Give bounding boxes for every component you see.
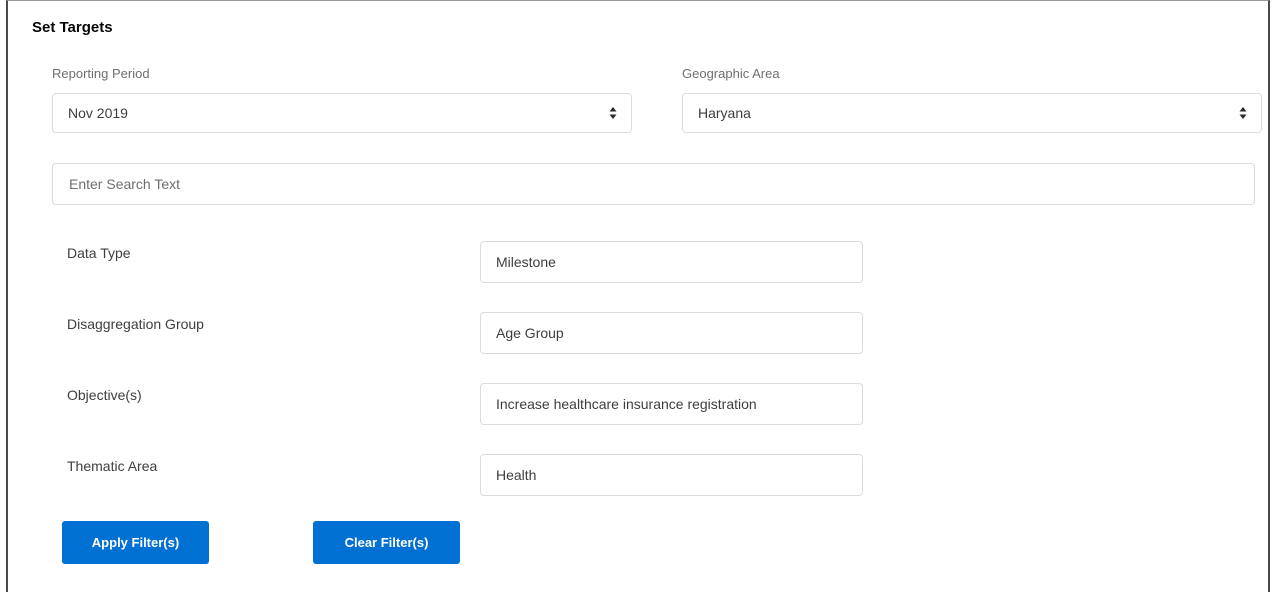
reporting-period-select[interactable]: Nov 2019 (52, 93, 632, 133)
apply-filters-button[interactable]: Apply Filter(s) (62, 521, 209, 564)
page-title: Set Targets (32, 19, 113, 36)
disaggregation-group-label: Disaggregation Group (67, 316, 204, 332)
reporting-period-value: Nov 2019 (68, 105, 128, 121)
select-arrows-icon (609, 107, 617, 119)
thematic-area-field[interactable]: Health (480, 454, 863, 496)
reporting-period-label: Reporting Period (52, 66, 150, 81)
set-targets-panel: Set Targets Reporting Period Nov 2019 Ge… (6, 0, 1270, 592)
thematic-area-label: Thematic Area (67, 458, 158, 474)
data-type-label: Data Type (67, 245, 131, 261)
select-arrows-icon (1239, 107, 1247, 119)
disaggregation-group-field[interactable]: Age Group (480, 312, 863, 354)
geographic-area-value: Haryana (698, 105, 751, 121)
geographic-area-label: Geographic Area (682, 66, 780, 81)
clear-filters-button[interactable]: Clear Filter(s) (313, 521, 460, 564)
objectives-field[interactable]: Increase healthcare insurance registrati… (480, 383, 863, 425)
geographic-area-select[interactable]: Haryana (682, 93, 1262, 133)
objectives-label: Objective(s) (67, 387, 142, 403)
search-input[interactable] (52, 163, 1255, 205)
data-type-field[interactable]: Milestone (480, 241, 863, 283)
